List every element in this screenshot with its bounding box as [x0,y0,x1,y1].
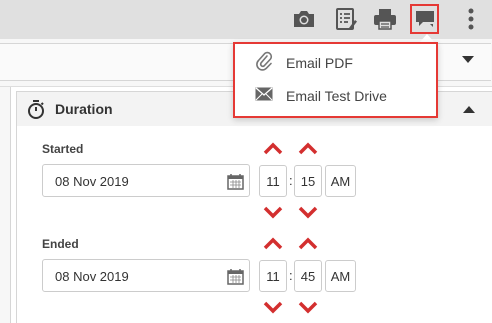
time-separator: : [289,173,293,188]
started-hour-input[interactable]: 11 [259,165,287,197]
started-label: Started [42,142,84,156]
panel-title: Duration [55,101,113,117]
left-column [0,87,11,323]
calendar-icon[interactable] [227,268,244,290]
chevron-up-icon[interactable] [463,106,475,113]
started-ampm-toggle[interactable]: AM [325,165,356,197]
menu-item-email-test-drive[interactable]: Email Test Drive [235,81,436,111]
share-dropdown-menu: Email PDF Email Test Drive [233,42,438,118]
started-hour-up-chevron-icon[interactable] [262,140,284,156]
started-hour-down-chevron-icon[interactable] [262,204,284,220]
envelope-icon [255,87,273,106]
camera-icon[interactable] [289,5,319,33]
ended-ampm-toggle[interactable]: AM [325,260,356,292]
stopwatch-icon [27,100,45,124]
ended-hour-up-chevron-icon[interactable] [262,235,284,251]
chat-icon[interactable] [410,4,439,34]
started-date-value: 08 Nov 2019 [55,174,129,189]
ended-date-value: 08 Nov 2019 [55,269,129,284]
paperclip-icon [255,51,273,76]
started-date-field[interactable]: 08 Nov 2019 [42,164,250,197]
started-minute-input[interactable]: 15 [294,165,322,197]
ended-hour-input[interactable]: 11 [259,260,287,292]
duration-panel-body [16,126,492,323]
dropdown-caret [420,34,434,42]
ended-minute-down-chevron-icon[interactable] [297,299,319,315]
time-separator: : [289,268,293,283]
started-minute-down-chevron-icon[interactable] [297,204,319,220]
checklist-icon[interactable] [331,5,361,33]
ended-date-field[interactable]: 08 Nov 2019 [42,259,250,292]
ended-label: Ended [42,237,79,251]
calendar-icon[interactable] [227,173,244,195]
menu-item-email-pdf[interactable]: Email PDF [235,48,436,78]
top-toolbar [0,0,492,39]
ended-minute-input[interactable]: 45 [294,260,322,292]
ended-hour-down-chevron-icon[interactable] [262,299,284,315]
printer-icon[interactable] [370,5,400,33]
started-minute-up-chevron-icon[interactable] [297,140,319,156]
ended-minute-up-chevron-icon[interactable] [297,235,319,251]
chevron-down-icon[interactable] [462,56,474,63]
menu-item-label: Email PDF [286,55,353,71]
more-vert-icon[interactable] [456,5,486,33]
menu-item-label: Email Test Drive [286,88,387,104]
